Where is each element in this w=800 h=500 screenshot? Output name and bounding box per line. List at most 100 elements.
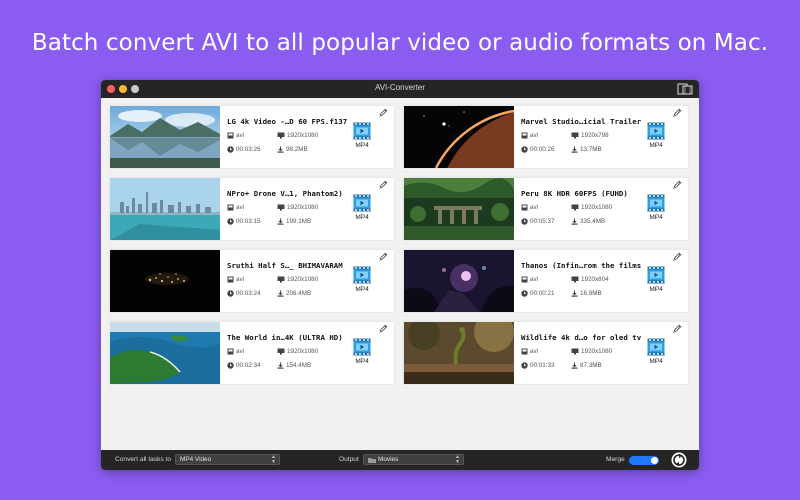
output-format-selector[interactable]: MP4 [644, 266, 668, 293]
task-card[interactable]: Wildlife 4k d…o for oled tv avi 1920x108… [404, 322, 688, 384]
download-icon [277, 146, 284, 153]
video-title: Marvel Studio…icial Trailer [521, 117, 642, 126]
video-resolution: 1920x1080 [571, 204, 612, 211]
mp4-format-icon [647, 194, 665, 212]
monitor-icon [277, 276, 285, 283]
output-format-selector[interactable]: MP4 [350, 266, 374, 293]
edit-pencil-icon[interactable] [673, 180, 682, 189]
clock-icon [227, 290, 234, 297]
convert-button[interactable] [671, 452, 687, 468]
video-title: The World in…4K (ULTRA HD) [227, 333, 343, 342]
folder-icon [368, 458, 376, 463]
merge-toggle[interactable] [629, 456, 659, 465]
download-icon [571, 218, 578, 225]
download-icon [571, 146, 578, 153]
video-title: Sruthi Half S…_ BHIMAVARAM [227, 261, 343, 270]
file-icon [227, 276, 234, 283]
video-duration: 00:03:15 [227, 218, 261, 225]
convert-all-label: Convert all tasks to [115, 456, 172, 463]
bottom-toolbar: Convert all tasks to MP4 Video ▲ ▼ Output… [101, 450, 699, 470]
app-window: AVI-Converter LG 4k Video -…D 60 FPS.f13… [101, 80, 699, 470]
monitor-icon [571, 348, 579, 355]
film-convert-icon[interactable] [677, 82, 693, 96]
title-bar: AVI-Converter [101, 80, 699, 98]
video-size: 206.4MB [277, 290, 311, 297]
file-icon [227, 132, 234, 139]
monitor-icon [571, 132, 579, 139]
convert-all-format-select[interactable]: MP4 Video ▲ ▼ [175, 454, 280, 465]
task-card[interactable]: Peru 8K HDR 60FPS (FUHD) avi 1920x1080 0… [404, 178, 688, 240]
file-icon [521, 132, 528, 139]
video-resolution: 1920x798 [571, 132, 609, 139]
video-thumbnail-jungle-ruins [404, 178, 514, 240]
video-extension: avi [227, 204, 244, 211]
task-card[interactable]: NPro+ Drone V…1, Phantom2) avi 1920x1080… [110, 178, 394, 240]
video-title: Thanos (Infin…rom the films [521, 261, 642, 270]
clock-icon [521, 218, 528, 225]
edit-pencil-icon[interactable] [673, 324, 682, 333]
video-duration: 00:01:33 [521, 362, 555, 369]
video-title: NPro+ Drone V…1, Phantom2) [227, 189, 343, 198]
video-title: Wildlife 4k d…o for oled tv [521, 333, 642, 342]
video-title: Peru 8K HDR 60FPS (FUHD) [521, 189, 628, 198]
file-icon [521, 276, 528, 283]
task-card[interactable]: LG 4k Video -…D 60 FPS.f137 avi 1920x108… [110, 106, 394, 168]
edit-pencil-icon[interactable] [379, 180, 388, 189]
toggle-knob [651, 457, 658, 464]
edit-pencil-icon[interactable] [673, 252, 682, 261]
select-arrows-icon: ▲ ▼ [271, 454, 276, 465]
video-thumbnail-wildlife-snake [404, 322, 514, 384]
output-format-label: MP4 [355, 358, 369, 365]
output-folder-select[interactable]: Movies ▲ ▼ [363, 454, 464, 465]
video-size: 98.2MB [277, 146, 308, 153]
output-format-label: MP4 [649, 358, 663, 365]
edit-pencil-icon[interactable] [673, 108, 682, 117]
video-thumbnail-lake-mountains [110, 106, 220, 168]
task-card[interactable]: Thanos (Infin…rom the films avi 1920x804… [404, 250, 688, 312]
clock-icon [227, 218, 234, 225]
video-thumbnail-night-lights [110, 250, 220, 312]
edit-pencil-icon[interactable] [379, 108, 388, 117]
output-format-label: MP4 [649, 214, 663, 221]
video-extension: avi [227, 132, 244, 139]
output-format-selector[interactable]: MP4 [644, 338, 668, 365]
output-folder-value: Movies [378, 456, 399, 463]
video-thumbnail-planet-space [404, 106, 514, 168]
video-duration: 00:03:24 [227, 290, 261, 297]
output-format-selector[interactable]: MP4 [350, 122, 374, 149]
output-format-selector[interactable]: MP4 [644, 194, 668, 221]
select-arrows-icon: ▲ ▼ [455, 454, 460, 465]
video-resolution: 1920x804 [571, 276, 609, 283]
output-format-selector[interactable]: MP4 [350, 338, 374, 365]
monitor-icon [277, 348, 285, 355]
task-card[interactable]: Marvel Studio…icial Trailer avi 1920x798… [404, 106, 688, 168]
output-format-selector[interactable]: MP4 [644, 122, 668, 149]
video-size: 199.1MB [277, 218, 311, 225]
video-extension: avi [227, 276, 244, 283]
video-extension: avi [521, 132, 538, 139]
video-extension: avi [521, 204, 538, 211]
edit-pencil-icon[interactable] [379, 252, 388, 261]
task-list: LG 4k Video -…D 60 FPS.f137 avi 1920x108… [101, 98, 699, 450]
mp4-format-icon [353, 266, 371, 284]
video-thumbnail-movie-scene [404, 250, 514, 312]
file-icon [521, 348, 528, 355]
video-resolution: 1920x1080 [277, 132, 318, 139]
mp4-format-icon [353, 194, 371, 212]
clock-icon [521, 362, 528, 369]
output-format-selector[interactable]: MP4 [350, 194, 374, 221]
output-format-label: MP4 [649, 142, 663, 149]
edit-pencil-icon[interactable] [379, 324, 388, 333]
output-format-label: MP4 [649, 286, 663, 293]
clock-icon [227, 362, 234, 369]
file-icon [227, 204, 234, 211]
convert-all-format-value: MP4 Video [180, 456, 212, 463]
mp4-format-icon [647, 266, 665, 284]
task-card[interactable]: Sruthi Half S…_ BHIMAVARAM avi 1920x1080… [110, 250, 394, 312]
clock-icon [521, 290, 528, 297]
output-format-label: MP4 [355, 214, 369, 221]
task-card[interactable]: The World in…4K (ULTRA HD) avi 1920x1080… [110, 322, 394, 384]
clock-icon [521, 146, 528, 153]
video-resolution: 1920x1080 [277, 204, 318, 211]
download-icon [277, 218, 284, 225]
